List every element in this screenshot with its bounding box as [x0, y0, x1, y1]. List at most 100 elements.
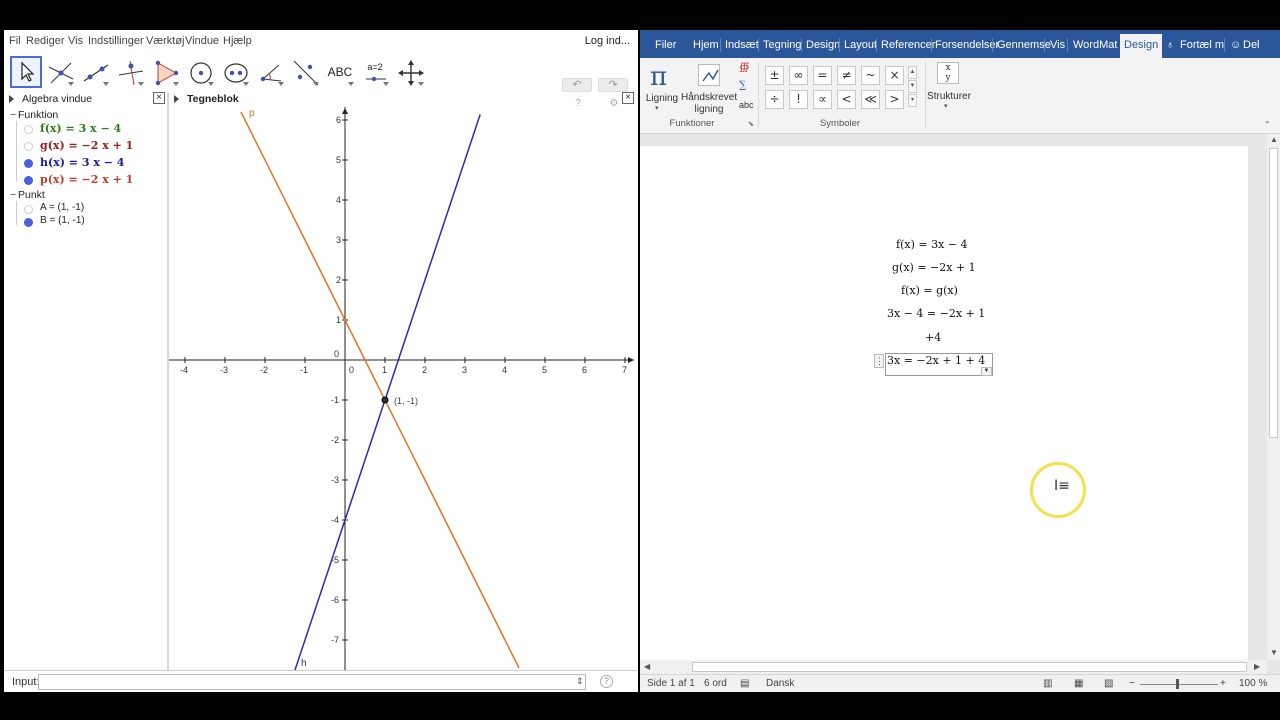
vertical-scrollbar[interactable]: ▲ ▼: [1267, 134, 1280, 660]
scroll-up-icon[interactable]: ▲: [908, 66, 917, 79]
circle-tool-icon[interactable]: [184, 56, 216, 88]
print-layout-icon[interactable]: ▦: [1074, 678, 1083, 689]
more-symbols-icon[interactable]: ▾: [908, 94, 917, 107]
symbol-equals[interactable]: =: [813, 66, 832, 85]
symbol-greater-than[interactable]: >: [885, 90, 904, 109]
tab-forsendelser[interactable]: Forsendelser: [935, 39, 999, 51]
document-page[interactable]: f(x) = 3x − 4 g(x) = −2x + 1 f(x) = g(x)…: [640, 146, 1248, 660]
word-count[interactable]: 6 ord: [704, 678, 727, 689]
symbol-infinity[interactable]: ∞: [789, 66, 808, 85]
graphics-view[interactable]: -4 -3 -2 -1 0 1 2 3 4 5 6 76543210-1-2-3-4-5-6-7ph(…: [169, 107, 636, 670]
zoom-slider-thumb[interactable]: [1176, 679, 1179, 689]
structures-button[interactable]: Strukturer: [926, 91, 972, 102]
tab-tegning[interactable]: Tegning: [763, 39, 802, 51]
web-layout-icon[interactable]: ▧: [1104, 678, 1113, 689]
tab-design-equation[interactable]: Design: [1120, 34, 1163, 58]
symbol-times[interactable]: ×: [885, 66, 904, 85]
chevron-down-icon[interactable]: ▾: [944, 102, 948, 110]
symbol-factorial[interactable]: !: [789, 90, 808, 109]
menu-window[interactable]: Vindue: [185, 35, 219, 47]
group-functions[interactable]: − Funktion: [10, 109, 58, 121]
proofing-icon[interactable]: ▤: [740, 678, 749, 689]
visibility-toggle[interactable]: [24, 159, 33, 168]
tab-indsaet[interactable]: Indsæt: [725, 39, 759, 51]
professional-icon[interactable]: ∰: [739, 62, 750, 73]
read-mode-icon[interactable]: ▥: [1043, 678, 1052, 689]
horizontal-scroll-thumb[interactable]: [692, 662, 1247, 672]
symbol-not-equal[interactable]: ≠: [837, 66, 856, 85]
menu-tools[interactable]: Værktøj: [146, 35, 185, 47]
chevron-down-icon[interactable]: ▾: [655, 104, 659, 112]
menu-options[interactable]: Indstillinger: [88, 35, 144, 47]
tell-me-box[interactable]: Fortæl m: [1180, 39, 1224, 51]
share-button[interactable]: Del: [1243, 39, 1260, 51]
move-view-icon[interactable]: [394, 56, 426, 88]
tab-layout[interactable]: Layout: [844, 39, 877, 51]
perpendicular-line-icon[interactable]: [114, 56, 146, 88]
symbol-much-less[interactable]: ≪: [861, 90, 880, 109]
visibility-toggle[interactable]: [24, 125, 33, 134]
menu-edit[interactable]: Rediger: [26, 35, 65, 47]
zoom-level[interactable]: 100 %: [1239, 678, 1267, 689]
undo-button[interactable]: ↶: [562, 78, 592, 92]
person-icon[interactable]: ☺: [1230, 39, 1241, 51]
menu-help[interactable]: Hjælp: [223, 35, 252, 47]
symbol-plusminus[interactable]: ±: [765, 66, 784, 85]
equation-active-line[interactable]: 3x = −2x + 1 + 4: [887, 354, 985, 367]
normal-text-button[interactable]: abc: [739, 100, 754, 110]
horizontal-scrollbar[interactable]: ◀ ▶: [640, 660, 1267, 674]
equation-line[interactable]: f(x) = 3x − 4: [896, 238, 967, 251]
close-graphics-button[interactable]: ×: [622, 92, 634, 104]
equation-line[interactable]: f(x) = g(x): [901, 284, 958, 297]
line-tool-icon[interactable]: [79, 56, 111, 88]
tab-design[interactable]: Design: [806, 39, 840, 51]
equation-options-icon[interactable]: ▼: [981, 367, 992, 376]
symbol-divide[interactable]: ÷: [765, 90, 784, 109]
visibility-toggle[interactable]: [24, 176, 33, 185]
angle-tool-icon[interactable]: [254, 56, 286, 88]
collapse-triangle-icon[interactable]: [174, 95, 179, 103]
tab-gennemse[interactable]: Gennemse: [997, 39, 1051, 51]
slider-tool-icon[interactable]: a=2: [359, 56, 391, 88]
collapse-triangle-icon[interactable]: [9, 95, 14, 103]
symbol-proportional[interactable]: ∝: [813, 90, 832, 109]
equation-handle-icon[interactable]: ⋮: [874, 354, 884, 368]
equation-line[interactable]: g(x) = −2x + 1: [892, 261, 976, 274]
lightbulb-icon[interactable]: ♁: [1166, 39, 1174, 51]
zoom-slider[interactable]: [1140, 684, 1218, 685]
move-tool-icon[interactable]: [10, 56, 42, 88]
input-history-icon[interactable]: ⇕: [576, 676, 584, 687]
tab-hjem[interactable]: Hjem: [693, 39, 719, 51]
input-field[interactable]: [38, 674, 586, 690]
ink-equation-label-1[interactable]: Håndskrevet: [681, 92, 737, 103]
polygon-tool-icon[interactable]: [149, 56, 181, 88]
vertical-scroll-thumb[interactable]: [1269, 148, 1278, 438]
ellipse-tool-icon[interactable]: [219, 56, 251, 88]
menu-file[interactable]: Fil: [9, 35, 21, 47]
equation-line[interactable]: +4: [925, 331, 941, 344]
tab-vis[interactable]: Vis: [1050, 39, 1065, 51]
visibility-toggle[interactable]: [24, 205, 33, 214]
login-link[interactable]: Log ind...: [585, 35, 630, 47]
linear-icon[interactable]: ∑: [739, 80, 746, 91]
scroll-down-icon[interactable]: ▼: [908, 80, 917, 93]
equation-line[interactable]: 3x − 4 = −2x + 1: [887, 307, 985, 320]
ink-equation-label-2[interactable]: ligning: [681, 104, 737, 115]
dialog-launcher-icon[interactable]: ⬊: [748, 120, 754, 128]
zoom-out-icon[interactable]: −: [1129, 678, 1135, 689]
language[interactable]: Dansk: [766, 678, 794, 689]
zoom-in-icon[interactable]: +: [1220, 678, 1226, 689]
group-points[interactable]: − Punkt: [10, 189, 45, 201]
reflect-tool-icon[interactable]: [289, 56, 321, 88]
tab-referencer[interactable]: Referencer: [881, 39, 935, 51]
page-count[interactable]: Side 1 af 1: [647, 678, 695, 689]
visibility-toggle[interactable]: [24, 218, 33, 227]
menu-view[interactable]: Vis: [68, 35, 83, 47]
point-tool-icon[interactable]: [44, 56, 76, 88]
equation-button[interactable]: Ligning: [643, 93, 681, 104]
visibility-toggle[interactable]: [24, 142, 33, 151]
collapse-ribbon-icon[interactable]: ⌃: [1264, 120, 1271, 129]
redo-button[interactable]: ↷: [598, 78, 628, 92]
close-algebra-button[interactable]: ×: [153, 92, 165, 104]
text-tool-icon[interactable]: ABC: [324, 56, 356, 88]
